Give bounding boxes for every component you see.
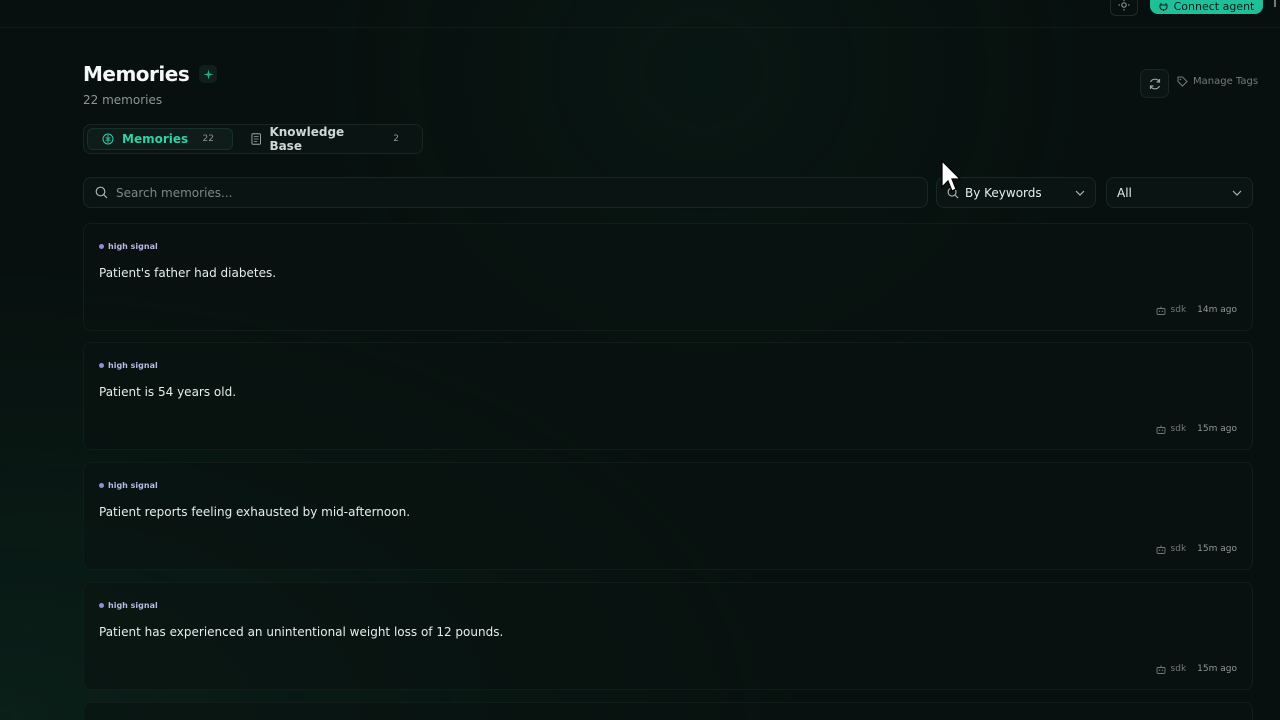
- tab-memories[interactable]: Memories 22: [87, 128, 233, 150]
- page-title: Memories: [83, 62, 190, 86]
- manage-tags-label: Manage Tags: [1193, 76, 1259, 87]
- sun-icon: [1118, 0, 1130, 11]
- mouse-cursor-icon: [941, 160, 962, 192]
- memory-card[interactable]: high signal Patient reports feeling exha…: [83, 462, 1253, 570]
- search-mode-value: By Keywords: [965, 185, 1042, 200]
- search-icon: [95, 186, 108, 199]
- signal-badge: high signal: [99, 242, 158, 251]
- refresh-icon: [1149, 78, 1160, 89]
- plug-icon: [1159, 2, 1168, 11]
- memory-source: sdk: [1170, 305, 1187, 315]
- scope-filter-value: All: [1117, 185, 1132, 200]
- signal-dot: [99, 363, 104, 368]
- memory-card[interactable]: [83, 702, 1253, 720]
- connect-agent-button[interactable]: Connect agent: [1150, 0, 1263, 14]
- robot-icon: [1156, 545, 1165, 554]
- page-title-row: Memories: [83, 62, 218, 86]
- memory-count: 22 memories: [83, 93, 163, 107]
- signal-badge: high signal: [99, 361, 158, 370]
- refresh-button[interactable]: [1140, 69, 1169, 98]
- memory-source: sdk: [1170, 424, 1187, 434]
- memory-timestamp: 15m ago: [1197, 424, 1237, 434]
- scope-filter-select[interactable]: All: [1106, 177, 1253, 208]
- brain-icon: [102, 133, 114, 145]
- memory-source: sdk: [1170, 544, 1187, 554]
- signal-dot: [99, 603, 104, 608]
- signal-badge-label: high signal: [108, 601, 158, 610]
- memory-timestamp: 14m ago: [1197, 305, 1237, 315]
- memory-meta: sdk 15m ago: [1156, 664, 1237, 674]
- top-bar: [0, 0, 1280, 28]
- signal-badge: high signal: [99, 481, 158, 490]
- tab-bar: Memories 22 Knowledge Base 2: [83, 124, 423, 154]
- tab-knowledge-base-count: 2: [393, 134, 399, 144]
- search-box: [83, 177, 928, 208]
- manage-tags-button[interactable]: Manage Tags: [1177, 76, 1258, 87]
- robot-icon: [1156, 425, 1165, 434]
- signal-badge-label: high signal: [108, 361, 158, 370]
- tab-knowledge-base-label: Knowledge Base: [269, 125, 345, 153]
- memory-text: Patient reports feeling exhausted by mid…: [99, 505, 411, 519]
- connect-agent-label: Connect agent: [1173, 0, 1255, 13]
- window-edge-marker: [1274, 0, 1276, 7]
- signal-dot: [99, 483, 104, 488]
- robot-icon: [1156, 306, 1165, 315]
- document-icon: [251, 133, 261, 145]
- memory-card[interactable]: high signal Patient's father had diabete…: [83, 223, 1253, 331]
- tag-icon: [1177, 76, 1188, 87]
- signal-badge-label: high signal: [108, 242, 158, 251]
- memory-timestamp: 15m ago: [1197, 544, 1237, 554]
- memory-timestamp: 15m ago: [1197, 664, 1237, 674]
- tab-memories-label: Memories: [122, 132, 189, 146]
- memory-meta: sdk 14m ago: [1156, 305, 1237, 315]
- memory-meta: sdk 15m ago: [1156, 424, 1237, 434]
- memory-card[interactable]: high signal Patient has experienced an u…: [83, 582, 1253, 690]
- memory-card[interactable]: high signal Patient is 54 years old. sdk…: [83, 342, 1253, 450]
- signal-badge: high signal: [99, 601, 158, 610]
- chevron-down-icon: [1232, 190, 1242, 196]
- sparkle-button[interactable]: [199, 65, 218, 83]
- memory-text: Patient has experienced an unintentional…: [99, 625, 504, 639]
- memory-text: Patient's father had diabetes.: [99, 266, 277, 280]
- theme-toggle-button[interactable]: [1110, 0, 1138, 16]
- memory-meta: sdk 15m ago: [1156, 544, 1237, 554]
- memory-source: sdk: [1170, 664, 1187, 674]
- robot-icon: [1156, 665, 1165, 674]
- chevron-down-icon: [1075, 190, 1085, 196]
- signal-badge-label: high signal: [108, 481, 158, 490]
- tab-memories-count: 22: [202, 134, 214, 144]
- tab-knowledge-base[interactable]: Knowledge Base 2: [237, 125, 417, 153]
- search-input[interactable]: [116, 185, 896, 200]
- memory-text: Patient is 54 years old.: [99, 385, 237, 399]
- sparkle-icon: [203, 69, 214, 79]
- signal-dot: [99, 244, 104, 249]
